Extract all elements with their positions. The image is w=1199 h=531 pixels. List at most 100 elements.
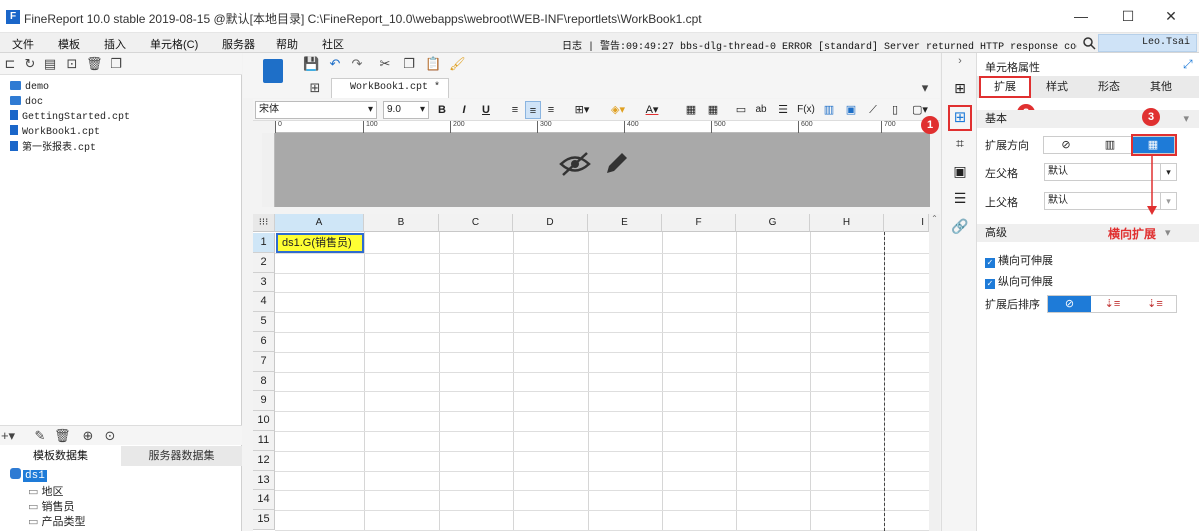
no-expand-icon[interactable]: ⊘ — [1044, 137, 1088, 153]
undo-icon[interactable]: ↶ — [327, 56, 343, 72]
add-dataset-icon[interactable]: +▾ — [0, 428, 16, 444]
bold-button[interactable]: B — [435, 101, 449, 119]
advanced-collapse-icon[interactable]: ▾ — [1165, 226, 1171, 239]
report-body-area[interactable] — [275, 133, 930, 207]
row-header[interactable]: 5 — [253, 312, 275, 332]
preview-icon[interactable]: ⊕ — [80, 428, 96, 444]
row-header[interactable]: 7 — [253, 351, 275, 372]
copy-icon[interactable]: ❐ — [108, 56, 124, 72]
spreadsheet-grid[interactable]: ⁝⁝⁝ A B C D E F G H I 1 2 3 4 5 6 7 8 9 10 11 12 13 1… — [253, 214, 929, 531]
tab-style[interactable]: 样式 — [1031, 76, 1083, 98]
align-right-icon[interactable]: ≡ — [543, 101, 559, 119]
locate-icon[interactable]: ⊡ — [64, 56, 80, 72]
tab-server-dataset[interactable]: 服务器数据集 — [121, 446, 242, 466]
vertical-expand-icon[interactable]: ▥ — [1088, 137, 1132, 153]
menu-insert[interactable]: 插入 — [104, 36, 126, 52]
hidden-eye-icon[interactable] — [559, 151, 591, 177]
sort-descending-icon[interactable]: ⇣≡ — [1134, 296, 1176, 312]
edit-pencil-icon[interactable] — [603, 149, 631, 177]
top-parent-dropdown-icon[interactable]: ▾ — [1160, 192, 1177, 210]
insert-image-icon[interactable]: ▣ — [843, 101, 859, 119]
align-left-icon[interactable]: ≡ — [507, 101, 523, 119]
expand-panel-icon[interactable]: ⤢ — [1183, 57, 1193, 72]
paste-icon[interactable]: 📋 — [425, 56, 441, 72]
row-header[interactable]: 14 — [253, 490, 275, 511]
save-icon[interactable]: 💾 — [303, 56, 319, 72]
italic-button[interactable]: I — [457, 101, 471, 119]
format-brush-icon[interactable]: 🖌 — [449, 56, 466, 72]
row-header[interactable]: 2 — [253, 252, 275, 273]
row-header[interactable]: 10 — [253, 411, 275, 431]
dataset-ds1[interactable]: ds1 — [10, 468, 47, 483]
row-header[interactable]: 4 — [253, 292, 275, 313]
field-region[interactable]: ▭ 地区 — [28, 485, 63, 500]
delete-icon[interactable]: 🗑 — [86, 56, 103, 72]
tab-workbook1[interactable]: WorkBook1.cpt * — [331, 78, 450, 98]
edit-icon[interactable]: ✎ — [32, 428, 48, 444]
grid-icon[interactable]: ⊞ — [307, 80, 323, 96]
insert-text-icon[interactable]: ▭ — [733, 101, 749, 119]
layout-icon[interactable]: ☰ — [950, 190, 970, 210]
delete-dataset-icon[interactable]: 🗑 — [54, 428, 71, 444]
font-family-select[interactable]: 宋体 ▾ — [255, 101, 377, 119]
underline-button[interactable]: U — [479, 101, 493, 119]
cell-element-icon[interactable]: ⊞ — [950, 80, 970, 100]
menu-community[interactable]: 社区 — [322, 36, 344, 52]
cell-properties-icon[interactable]: ⊞ — [948, 105, 972, 131]
menu-cell[interactable]: 单元格(C) — [150, 36, 198, 52]
tab-menu-icon[interactable]: ▾ — [917, 80, 933, 96]
row-header[interactable]: 9 — [253, 391, 275, 412]
field-salesperson[interactable]: ▭ 销售员 — [28, 500, 74, 515]
insert-rich-text-icon[interactable]: ☰ — [775, 101, 791, 119]
template-icon[interactable] — [263, 59, 283, 83]
tree-item-doc[interactable]: doc — [10, 94, 43, 109]
no-sort-icon[interactable]: ⊘ — [1048, 296, 1091, 312]
new-folder-icon[interactable]: ⊏ — [2, 56, 18, 72]
tree-item-gettingstarted[interactable]: GettingStarted.cpt — [10, 109, 130, 124]
fill-color-icon[interactable]: ◈▾ — [607, 101, 629, 119]
minimize-button[interactable]: — — [1061, 4, 1101, 28]
row-header[interactable]: 15 — [253, 510, 275, 530]
sort-ascending-icon[interactable]: ⇣≡ — [1091, 296, 1134, 312]
row-header[interactable]: 12 — [253, 450, 275, 471]
widget-icon[interactable]: ▣ — [950, 163, 970, 183]
cut-icon[interactable]: ✂ — [377, 56, 393, 72]
merge-icon[interactable]: ▦ — [683, 101, 699, 119]
copy-cell-icon[interactable]: ❐ — [401, 56, 417, 72]
tab-other[interactable]: 其他 — [1135, 76, 1187, 98]
section-basic[interactable]: 基本 ▾ — [977, 110, 1199, 128]
user-account[interactable]: Leo.Tsai — [1098, 34, 1197, 52]
redo-icon[interactable]: ↷ — [349, 56, 365, 72]
insert-subreport-icon[interactable]: ▯ — [887, 101, 903, 119]
refresh-dataset-icon[interactable]: ⊙ — [102, 428, 118, 444]
row-header[interactable]: 11 — [253, 431, 275, 451]
field-product-type[interactable]: ▭ 产品类型 — [28, 515, 85, 530]
tree-item-workbook1[interactable]: WorkBook1.cpt — [10, 124, 100, 139]
insert-string-icon[interactable]: ab — [753, 101, 769, 119]
conditional-icon[interactable]: ⌗ — [950, 135, 970, 155]
vertical-stretch-checkbox[interactable]: ✓ 纵向可伸展 — [985, 273, 1053, 289]
row-header[interactable]: 3 — [253, 272, 275, 293]
tab-form[interactable]: 形态 — [1083, 76, 1135, 98]
open-icon[interactable]: ▤ — [42, 56, 58, 72]
menu-server[interactable]: 服务器 — [222, 36, 255, 52]
cell-a1[interactable]: ds1.G(销售员) — [276, 233, 364, 253]
tab-template-dataset[interactable]: 模板数据集 — [0, 446, 121, 466]
refresh-icon[interactable]: ↻ — [22, 56, 38, 72]
row-header[interactable]: 8 — [253, 371, 275, 392]
row-header[interactable]: 6 — [253, 332, 275, 352]
vertical-scrollbar[interactable]: ⌃ — [929, 214, 940, 531]
hyperlink-icon[interactable]: 🔗 — [950, 218, 970, 238]
menu-template[interactable]: 模板 — [58, 36, 80, 52]
row-header[interactable]: 1 — [253, 233, 275, 253]
menu-help[interactable]: 帮助 — [276, 36, 298, 52]
collapse-arrow-icon[interactable]: › — [950, 55, 970, 75]
tree-item-first-report[interactable]: 第一张报表.cpt — [10, 140, 96, 155]
close-button[interactable]: ✕ — [1151, 4, 1191, 28]
insert-slash-icon[interactable]: ⟋ — [865, 101, 881, 119]
font-size-select[interactable]: 9.0 ▾ — [383, 101, 429, 119]
search-icon[interactable] — [1082, 36, 1096, 50]
unmerge-icon[interactable]: ▦ — [705, 101, 721, 119]
horizontal-stretch-checkbox[interactable]: ✓ 横向可伸展 — [985, 252, 1053, 268]
insert-formula-icon[interactable]: F(x) — [797, 101, 815, 119]
